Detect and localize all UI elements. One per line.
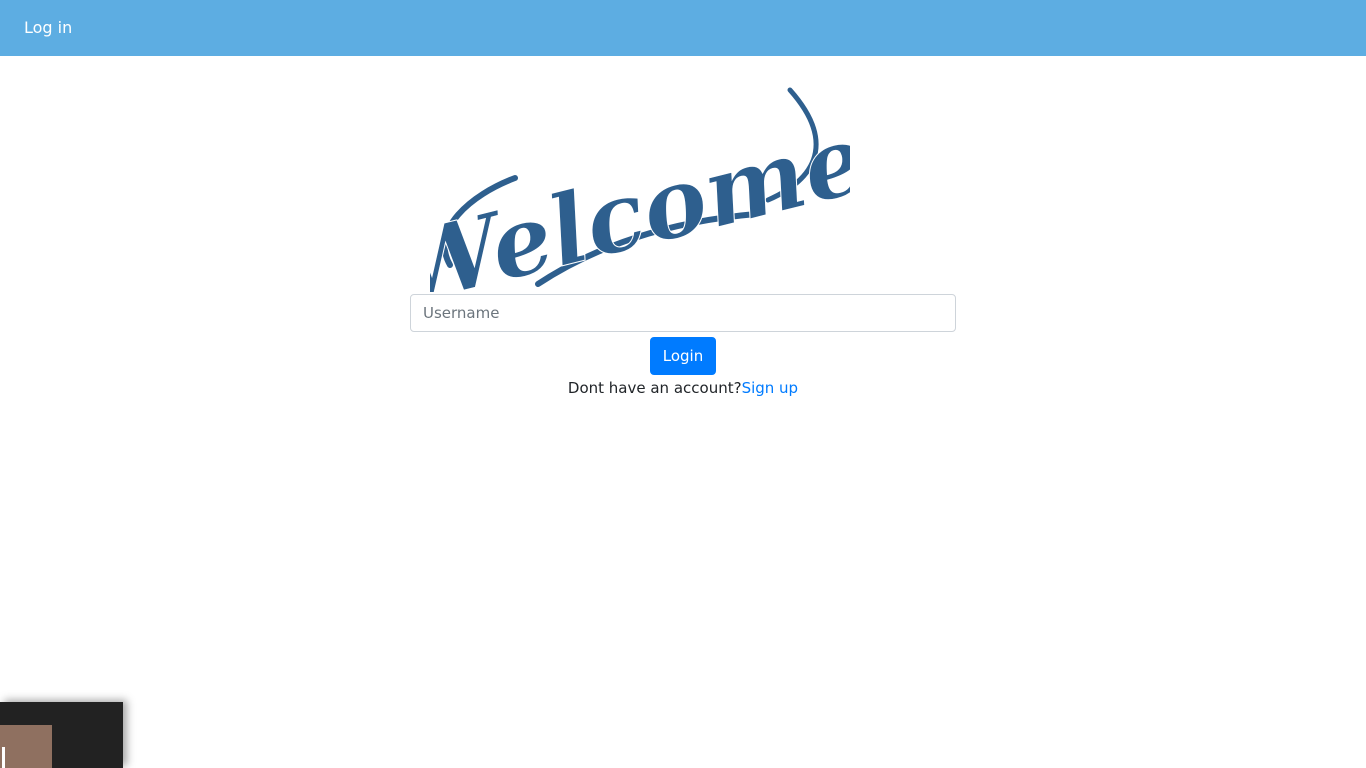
- thumbnail-mark: [2, 747, 5, 768]
- floating-thumbnail[interactable]: [0, 702, 123, 768]
- welcome-logo-text: Welcome: [430, 101, 850, 292]
- welcome-logo: Welcome: [430, 80, 850, 292]
- signup-prompt: Dont have an account?: [567, 379, 742, 397]
- username-input[interactable]: [410, 294, 956, 332]
- signup-link[interactable]: Sign up: [742, 379, 799, 397]
- signup-row: Dont have an account?Sign up: [0, 377, 1366, 399]
- thumbnail-image: [0, 725, 52, 768]
- login-button[interactable]: Login: [650, 337, 716, 375]
- top-navbar: Log in: [0, 0, 1366, 56]
- welcome-logo-image: Welcome: [430, 87, 850, 292]
- nav-title-login[interactable]: Log in: [24, 18, 72, 38]
